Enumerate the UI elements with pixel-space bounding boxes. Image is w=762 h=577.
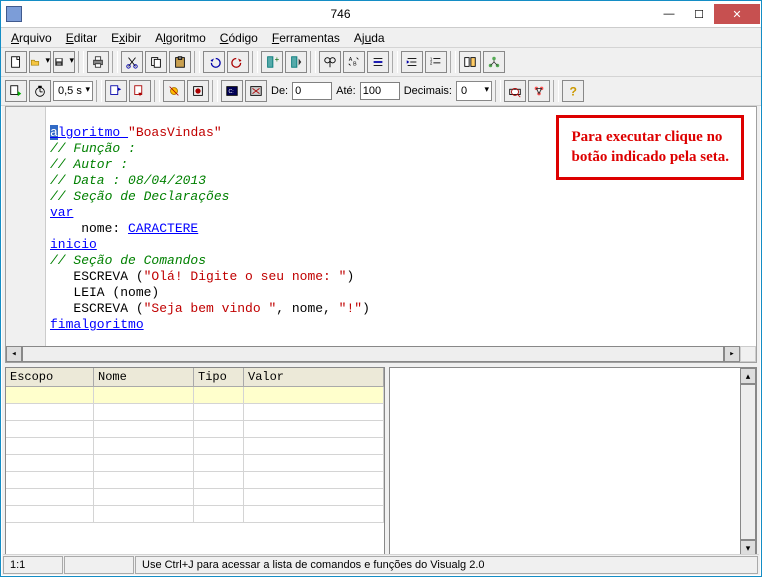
table-row[interactable] bbox=[6, 489, 384, 506]
delay-value: 0,5 s bbox=[58, 85, 82, 97]
table-row[interactable] bbox=[6, 404, 384, 421]
scroll-track[interactable] bbox=[22, 346, 724, 362]
bottom-panels: Escopo Nome Tipo Valor ◂ ▸ bbox=[5, 367, 757, 573]
bookmark-add-icon[interactable]: + bbox=[261, 51, 283, 73]
svg-text:B: B bbox=[353, 62, 357, 68]
variables-panel: Escopo Nome Tipo Valor ◂ ▸ bbox=[5, 367, 385, 573]
col-valor[interactable]: Valor bbox=[244, 368, 384, 386]
scroll-track[interactable] bbox=[740, 384, 756, 540]
replace-icon[interactable]: AB bbox=[343, 51, 365, 73]
clear-console-icon[interactable] bbox=[245, 80, 267, 102]
window-title: 746 bbox=[27, 7, 654, 21]
print-icon[interactable] bbox=[87, 51, 109, 73]
run-icon[interactable] bbox=[5, 80, 27, 102]
editor-h-scrollbar[interactable]: ◂ ▸ bbox=[6, 346, 740, 362]
copy-icon[interactable] bbox=[145, 51, 167, 73]
menu-arquivo[interactable]: Arquivo bbox=[5, 29, 58, 47]
output-panel[interactable]: ▴ ▾ ◂ ▸ bbox=[389, 367, 757, 573]
close-button[interactable]: ✕ bbox=[714, 4, 760, 24]
code-content: algoritmo "BoasVindas" // Função : // Au… bbox=[50, 109, 370, 349]
clear-breakpoints-icon[interactable] bbox=[187, 80, 209, 102]
decimais-label: Decimais: bbox=[402, 85, 454, 97]
code-editor[interactable]: algoritmo "BoasVindas" // Função : // Au… bbox=[5, 106, 757, 363]
cut-icon[interactable] bbox=[121, 51, 143, 73]
scroll-left-icon[interactable]: ◂ bbox=[6, 346, 22, 362]
goto-line-icon[interactable] bbox=[367, 51, 389, 73]
status-position: 1:1 bbox=[3, 556, 63, 574]
table-row[interactable] bbox=[6, 387, 384, 404]
vars-body[interactable] bbox=[6, 387, 384, 556]
table-row[interactable] bbox=[6, 472, 384, 489]
toolbar-main: + AB 12 bbox=[1, 48, 761, 77]
undo-icon[interactable] bbox=[203, 51, 225, 73]
svg-text:2: 2 bbox=[430, 61, 433, 66]
toolbar-run: 0,5 s C: De: Até: Decimais: 0 ? bbox=[1, 77, 761, 106]
status-modified bbox=[64, 556, 134, 574]
table-row[interactable] bbox=[6, 421, 384, 438]
dos-console-icon[interactable]: C: bbox=[221, 80, 243, 102]
open-file-icon[interactable] bbox=[29, 51, 51, 73]
annotation-box: Para executar clique no botão indicado p… bbox=[556, 115, 744, 180]
decimais-combo[interactable]: 0 bbox=[456, 81, 492, 101]
find-icon[interactable] bbox=[319, 51, 341, 73]
delay-combo[interactable]: 0,5 s bbox=[53, 81, 93, 101]
editor-gutter bbox=[6, 107, 46, 346]
number-lines-icon[interactable]: 12 bbox=[425, 51, 447, 73]
col-tipo[interactable]: Tipo bbox=[194, 368, 244, 386]
minimize-button[interactable]: — bbox=[654, 4, 684, 24]
ate-label: Até: bbox=[334, 85, 358, 97]
annotation-line1: Para executar clique no bbox=[571, 128, 729, 148]
save-icon[interactable] bbox=[53, 51, 75, 73]
output-v-scrollbar[interactable]: ▴ ▾ bbox=[740, 368, 756, 556]
window-controls: — ☐ ✕ bbox=[654, 4, 760, 24]
workspace: algoritmo "BoasVindas" // Função : // Au… bbox=[2, 106, 760, 575]
menu-ajuda[interactable]: Ajuda bbox=[348, 29, 391, 47]
timer-icon[interactable] bbox=[29, 80, 51, 102]
table-row[interactable] bbox=[6, 455, 384, 472]
network-icon[interactable] bbox=[528, 80, 550, 102]
menu-exibir[interactable]: Exibir bbox=[105, 29, 147, 47]
app-icon bbox=[6, 6, 22, 22]
scroll-corner bbox=[740, 346, 756, 362]
hierarchy-icon[interactable] bbox=[483, 51, 505, 73]
maximize-button[interactable]: ☐ bbox=[684, 4, 714, 24]
svg-text:C:: C: bbox=[229, 89, 234, 95]
redo-icon[interactable] bbox=[227, 51, 249, 73]
de-input[interactable] bbox=[292, 82, 332, 100]
col-escopo[interactable]: Escopo bbox=[6, 368, 94, 386]
status-hint: Use Ctrl+J para acessar a lista de coman… bbox=[135, 556, 758, 574]
menu-codigo[interactable]: Código bbox=[214, 29, 264, 47]
generate-values-icon[interactable] bbox=[504, 80, 526, 102]
help-icon[interactable]: ? bbox=[562, 80, 584, 102]
svg-text:A: A bbox=[349, 57, 353, 63]
title-bar: 746 — ☐ ✕ bbox=[1, 1, 761, 28]
vars-header: Escopo Nome Tipo Valor bbox=[6, 368, 384, 387]
scroll-up-icon[interactable]: ▴ bbox=[740, 368, 756, 384]
table-row[interactable] bbox=[6, 506, 384, 523]
scroll-right-icon[interactable]: ▸ bbox=[724, 346, 740, 362]
indent-icon[interactable] bbox=[401, 51, 423, 73]
status-bar: 1:1 Use Ctrl+J para acessar a lista de c… bbox=[3, 554, 759, 574]
svg-text:+: + bbox=[275, 55, 279, 64]
ate-input[interactable] bbox=[360, 82, 400, 100]
table-row[interactable] bbox=[6, 438, 384, 455]
menu-ferramentas[interactable]: Ferramentas bbox=[266, 29, 346, 47]
menu-algoritmo[interactable]: Algoritmo bbox=[149, 29, 212, 47]
variables-icon[interactable] bbox=[459, 51, 481, 73]
annotation-line2: botão indicado pela seta. bbox=[571, 148, 729, 168]
bookmark-next-icon[interactable] bbox=[285, 51, 307, 73]
step-into-icon[interactable] bbox=[129, 80, 151, 102]
col-nome[interactable]: Nome bbox=[94, 368, 194, 386]
svg-text:?: ? bbox=[570, 84, 577, 98]
menu-editar[interactable]: Editar bbox=[60, 29, 103, 47]
step-over-icon[interactable] bbox=[105, 80, 127, 102]
paste-icon[interactable] bbox=[169, 51, 191, 73]
breakpoint-icon[interactable] bbox=[163, 80, 185, 102]
de-label: De: bbox=[269, 85, 290, 97]
new-file-icon[interactable] bbox=[5, 51, 27, 73]
menu-bar: Arquivo Editar Exibir Algoritmo Código F… bbox=[1, 28, 761, 48]
